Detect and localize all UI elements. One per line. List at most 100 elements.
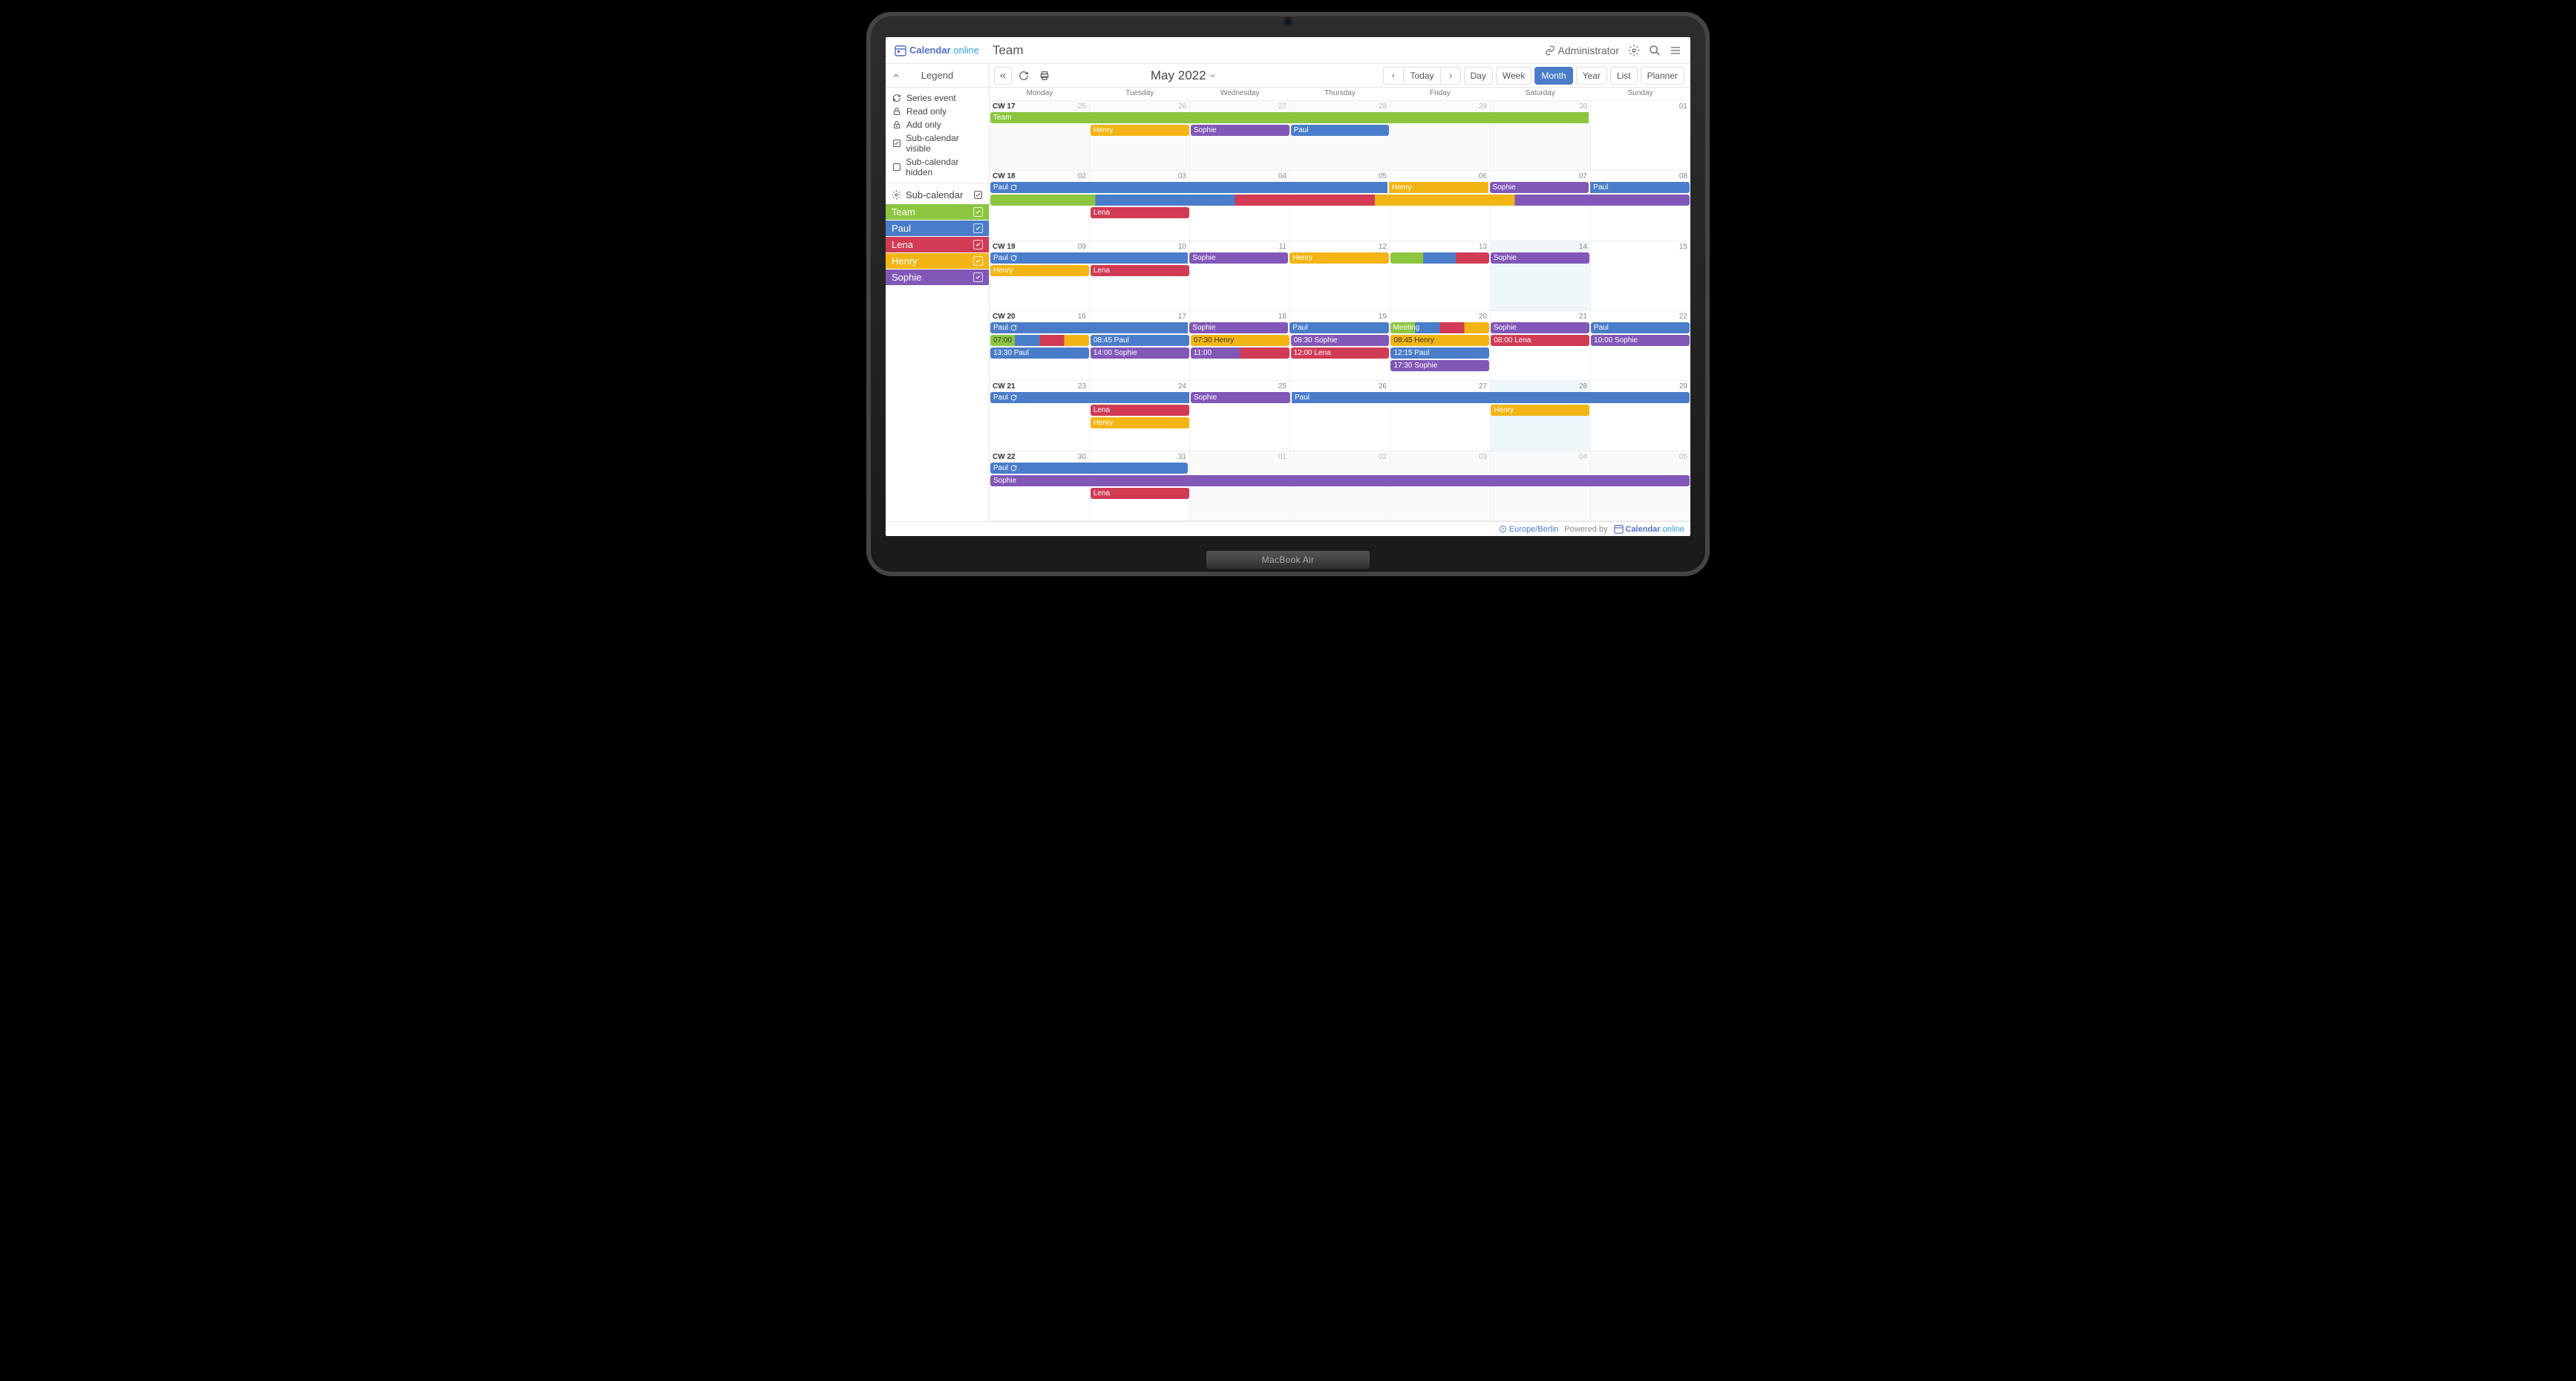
add-lock-icon — [892, 120, 902, 130]
event[interactable]: 07:30 Henry — [1191, 335, 1289, 346]
subcalendar-team[interactable]: Team — [886, 204, 989, 220]
date-number: 14 — [1579, 243, 1587, 251]
date-number: 30 — [1078, 453, 1086, 461]
next-button[interactable] — [1440, 67, 1461, 85]
recur-icon — [1010, 184, 1017, 191]
date-number: 22 — [1679, 313, 1687, 321]
subcalendar-lena[interactable]: Lena — [886, 237, 989, 252]
event[interactable]: Lena — [1091, 265, 1189, 276]
refresh-button[interactable] — [1015, 67, 1033, 85]
event[interactable]: Paul — [990, 252, 1188, 264]
event[interactable]: Henry — [1091, 125, 1189, 136]
event[interactable]: Paul — [1291, 125, 1390, 136]
event[interactable]: 08:45 Paul — [1091, 335, 1189, 346]
event[interactable]: 08:30 Sophie — [1291, 335, 1390, 346]
date-number: 28 — [1379, 102, 1387, 111]
event[interactable]: Henry — [1389, 182, 1488, 193]
date-number: 04 — [1579, 453, 1587, 461]
event[interactable]: Sophie — [1189, 252, 1288, 264]
subcalendar-sophie[interactable]: Sophie — [886, 270, 989, 285]
event[interactable]: 17:30 Sophie — [1390, 360, 1489, 371]
date-number: 18 — [1278, 313, 1287, 321]
event[interactable]: 08:45 Henry — [1390, 335, 1489, 346]
event[interactable]: 07:00 — [990, 335, 1089, 346]
event[interactable]: Lena — [1091, 405, 1189, 416]
event[interactable]: 11:00 — [1191, 347, 1289, 359]
event[interactable]: Sophie — [1191, 392, 1290, 403]
date-number: 26 — [1178, 102, 1186, 111]
event[interactable]: Meeting — [1390, 322, 1489, 333]
subcalendar-paul[interactable]: Paul — [886, 221, 989, 236]
event[interactable]: Henry — [990, 265, 1089, 276]
admin-link[interactable]: Administrator — [1545, 45, 1619, 56]
event[interactable]: Henry — [1091, 417, 1189, 428]
collapse-legend-icon[interactable] — [892, 71, 900, 80]
event[interactable]: Paul — [1289, 322, 1388, 333]
app-logo[interactable]: Calendar.online — [895, 45, 979, 56]
date-number: 05 — [1679, 453, 1687, 461]
today-button[interactable]: Today — [1403, 67, 1440, 85]
day-header: Monday — [990, 88, 1090, 100]
event[interactable]: 12:00 Lena — [1291, 347, 1390, 359]
prev-button[interactable] — [1383, 67, 1404, 85]
event[interactable]: Sophie — [990, 475, 1690, 486]
event[interactable] — [990, 195, 1690, 206]
date-number: 02 — [1379, 453, 1387, 461]
footer-logo[interactable]: Calendar.online — [1614, 524, 1685, 534]
event[interactable]: 10:00 Sophie — [1591, 335, 1690, 346]
event[interactable]: Sophie — [1490, 182, 1589, 193]
topbar: Calendar.online Team Administrator — [886, 37, 1690, 64]
event[interactable]: 13:30 Paul — [990, 347, 1089, 359]
week-row: CW 1802030405060708PaulHenrySophiePaulLe… — [990, 171, 1690, 241]
collapse-sidebar-button[interactable] — [994, 67, 1012, 85]
event[interactable]: Paul — [990, 392, 1189, 403]
event[interactable]: Team — [990, 112, 1589, 123]
event[interactable]: Paul — [990, 182, 1387, 193]
view-day[interactable]: Day — [1464, 67, 1493, 85]
event[interactable]: 08:00 Lena — [1491, 335, 1589, 346]
date-selector[interactable]: May 2022 — [1151, 68, 1217, 83]
event[interactable]: Henry — [1289, 252, 1388, 264]
date-number: 11 — [1279, 243, 1287, 251]
event[interactable]: Sophie — [1191, 125, 1289, 136]
date-number: 09 — [1078, 243, 1086, 251]
event[interactable]: Sophie — [1491, 322, 1589, 333]
link-icon — [1545, 45, 1555, 56]
subcalendar-henry[interactable]: Henry — [886, 253, 989, 269]
subcalendar-header: Sub-calendar — [886, 188, 989, 202]
timezone-link[interactable]: Europe/Berlin — [1499, 525, 1559, 534]
date-number: 24 — [1178, 382, 1186, 391]
event[interactable] — [1390, 252, 1489, 264]
powered-by-label: Powered by — [1564, 525, 1607, 534]
search-icon[interactable] — [1649, 45, 1661, 56]
event[interactable]: Lena — [1091, 488, 1189, 499]
recur-icon — [1010, 255, 1017, 261]
event[interactable]: Henry — [1491, 405, 1589, 416]
view-planner[interactable]: Planner — [1641, 67, 1684, 85]
date-number: 01 — [1278, 453, 1287, 461]
event[interactable]: Sophie — [1491, 252, 1589, 264]
view-week[interactable]: Week — [1496, 67, 1531, 85]
print-button[interactable] — [1036, 67, 1053, 85]
event[interactable]: Paul — [1292, 392, 1690, 403]
recur-icon — [1010, 324, 1017, 331]
event[interactable]: Paul — [1590, 182, 1690, 193]
toggle-all-icon[interactable] — [973, 190, 983, 200]
menu-icon[interactable] — [1670, 45, 1681, 56]
gear-icon[interactable] — [892, 190, 901, 200]
event[interactable]: 14:00 Sophie — [1091, 347, 1189, 359]
event[interactable]: Sophie — [1189, 322, 1288, 333]
view-list[interactable]: List — [1610, 67, 1638, 85]
calendar-grid: MondayTuesdayWednesdayThursdayFridaySatu… — [990, 88, 1690, 521]
event[interactable]: Lena — [1091, 207, 1189, 218]
date-number: 29 — [1479, 102, 1487, 111]
event[interactable]: Paul — [990, 322, 1188, 333]
event[interactable]: Paul — [1591, 322, 1690, 333]
event[interactable]: 12:15 Paul — [1390, 347, 1489, 359]
event[interactable]: Paul — [990, 463, 1188, 474]
view-year[interactable]: Year — [1576, 67, 1607, 85]
settings-icon[interactable] — [1628, 45, 1640, 56]
date-number: 01 — [1679, 102, 1687, 111]
week-number: CW 18 — [993, 172, 1016, 180]
view-month[interactable]: Month — [1534, 67, 1572, 85]
